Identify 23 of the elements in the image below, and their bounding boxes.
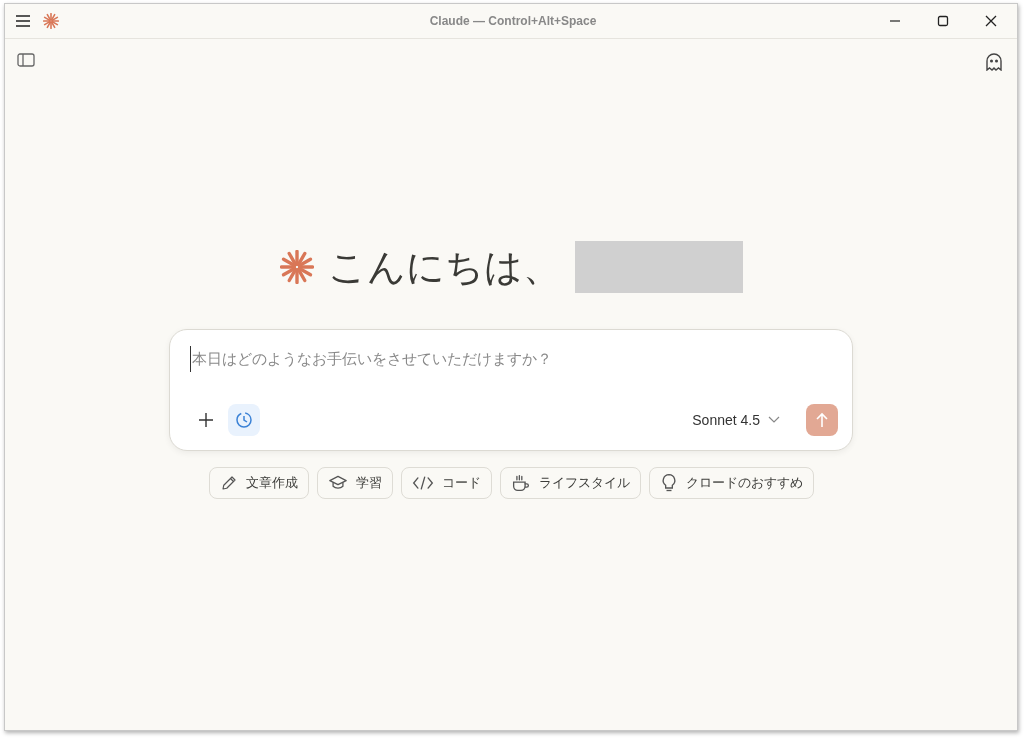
menu-icon[interactable] — [15, 14, 31, 28]
window-title: Claude — Control+Alt+Space — [428, 14, 598, 28]
arrow-up-icon — [815, 412, 829, 428]
spark-logo-icon — [43, 13, 59, 29]
chevron-down-icon — [768, 416, 780, 424]
suggestion-chip[interactable]: クロードのおすすめ — [648, 467, 814, 499]
spark-logo-icon — [279, 250, 314, 284]
clock-button[interactable] — [228, 404, 260, 436]
model-selector[interactable]: Sonnet 4.5 — [686, 411, 786, 429]
suggestion-chip[interactable]: 文章作成 — [208, 467, 309, 499]
suggestion-chip[interactable]: ライフスタイル — [499, 467, 641, 499]
suggestion-chip[interactable]: 学習 — [316, 467, 393, 499]
lightbulb-icon — [659, 473, 678, 493]
close-icon — [985, 15, 997, 27]
greeting-text: こんにちは、 — [327, 243, 561, 291]
pencil-icon — [219, 474, 238, 492]
maximize-icon — [937, 15, 949, 27]
coffee-cup-icon — [510, 474, 531, 492]
graduation-cap-icon — [327, 474, 348, 492]
suggestion-chip[interactable]: コード — [400, 467, 492, 499]
ghost-icon[interactable] — [985, 53, 1003, 71]
clock-icon — [235, 411, 253, 429]
code-icon — [411, 475, 434, 491]
